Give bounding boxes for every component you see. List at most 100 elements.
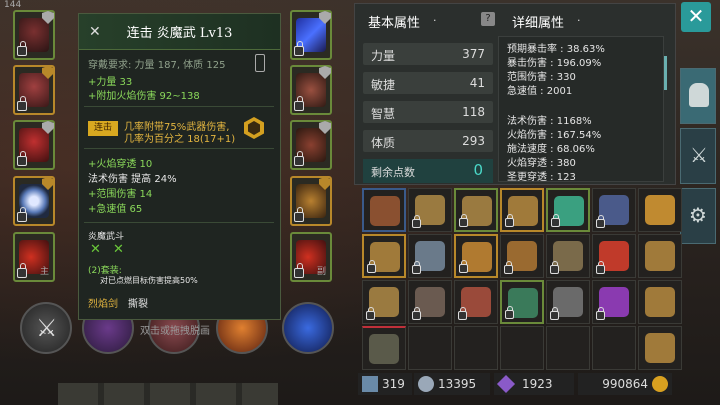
equip-slot-main-weapon[interactable]: 主	[13, 232, 55, 282]
inventory-slot[interactable]	[362, 234, 406, 278]
inventory-slot[interactable]	[638, 234, 682, 278]
detail-cast-speed: 施法速度 : 68.06%	[507, 144, 595, 155]
lock-icon	[459, 214, 468, 227]
inventory-slot[interactable]	[408, 234, 452, 278]
stat-value: 293	[462, 134, 485, 148]
lock-icon	[294, 263, 304, 278]
lock-icon	[550, 307, 559, 320]
inventory-slot[interactable]	[408, 188, 452, 232]
requirement-text: 穿戴要求: 力量 187, 体质 125	[88, 60, 226, 71]
tab-equipment[interactable]	[680, 68, 716, 124]
stat-row-agility: 敏捷 41	[363, 72, 493, 94]
lock-icon	[294, 207, 304, 222]
shards-icon	[362, 376, 378, 392]
divider	[84, 222, 274, 223]
inventory-slot-empty[interactable]	[592, 326, 636, 370]
inventory-slot[interactable]	[500, 234, 544, 278]
gold-value: 990864	[602, 377, 648, 391]
hotbar-strip	[58, 383, 278, 405]
inventory-slot[interactable]	[638, 326, 682, 370]
inventory-slot[interactable]	[454, 188, 498, 232]
inventory-slot[interactable]	[408, 280, 452, 324]
set-item-1: 烈焰剑	[88, 299, 118, 310]
equip-slot-shoulder[interactable]	[13, 65, 55, 115]
equip-slot-off-weapon[interactable]: 副	[290, 232, 332, 282]
inventory-slot-empty[interactable]	[500, 326, 544, 370]
inventory-slot[interactable]	[362, 326, 406, 370]
currency-shards: 319	[358, 373, 412, 395]
stat-label: 体质	[371, 136, 396, 150]
crossed-swords-icon: ✕	[113, 242, 124, 257]
tab-weapons[interactable]: ⚔	[680, 128, 716, 184]
currency-gems: 1923	[494, 373, 574, 395]
inventory-slot[interactable]	[454, 234, 498, 278]
lock-toggle-icon[interactable]	[255, 54, 265, 72]
equip-slot-ring[interactable]	[13, 176, 55, 226]
souls-value: 13395	[438, 377, 477, 391]
item-title: 连击 炎魔武 Lv13	[126, 26, 233, 41]
lock-icon	[412, 261, 421, 274]
stat-row-strength: 力量 377	[363, 43, 493, 65]
stat-row-wisdom: 智慧 118	[363, 101, 493, 123]
set-name: 炎魔武斗	[88, 232, 125, 242]
bag-icon	[645, 333, 675, 363]
inventory-slot-empty[interactable]	[546, 326, 590, 370]
tooltip-header: ✕ 连击 炎魔武 Lv13	[79, 14, 280, 50]
lock-icon	[17, 263, 27, 278]
inventory-slot[interactable]	[454, 280, 498, 324]
lock-icon	[551, 214, 560, 227]
inventory-slot[interactable]	[592, 234, 636, 278]
inventory-slot[interactable]	[500, 280, 544, 324]
lock-icon	[17, 96, 27, 111]
equip-slot-gloves[interactable]	[290, 65, 332, 115]
inventory-slot[interactable]	[546, 280, 590, 324]
close-x-icon[interactable]: ✕	[89, 24, 101, 40]
bag-icon	[645, 287, 675, 317]
detail-scrollbar[interactable]	[664, 56, 667, 90]
lock-icon	[294, 41, 304, 56]
lock-icon	[505, 306, 514, 319]
inventory-slot[interactable]	[500, 188, 544, 232]
inventory-slot[interactable]	[592, 280, 636, 324]
attack-skill-button[interactable]: ⚔	[20, 302, 72, 354]
lock-icon	[550, 261, 559, 274]
detail-stats-list[interactable]: 预期暴击率 : 38.63% 暴击伤害 : 196.09% 范围伤害 : 330…	[498, 36, 664, 182]
help-icon[interactable]: ?	[481, 12, 495, 26]
equip-slot-amulet[interactable]	[290, 10, 332, 60]
lock-icon	[366, 307, 375, 320]
lock-icon	[294, 151, 304, 166]
equip-slot-helmet[interactable]	[13, 10, 55, 60]
soul-icon	[418, 376, 434, 392]
inventory-slot[interactable]	[362, 188, 406, 232]
lock-icon	[505, 214, 514, 227]
basic-stats-title: 基本属性	[368, 16, 421, 31]
equip-slot-chest[interactable]	[13, 120, 55, 170]
lock-icon	[596, 261, 605, 274]
remaining-points-value: 0	[473, 161, 483, 179]
inventory-slot[interactable]	[638, 280, 682, 324]
inventory-slot-empty[interactable]	[454, 326, 498, 370]
divider	[84, 106, 274, 107]
equip-slot-boots[interactable]	[290, 176, 332, 226]
lock-icon	[17, 41, 27, 56]
close-button[interactable]: ✕	[681, 2, 711, 32]
inventory-slot[interactable]	[638, 188, 682, 232]
tab-settings[interactable]: ⚙	[680, 188, 716, 244]
inventory-slot[interactable]	[362, 280, 406, 324]
detail-crit-rate: 预期暴击率 : 38.63%	[507, 44, 605, 55]
inventory-slot[interactable]	[546, 188, 590, 232]
detail-area-damage: 范围伤害 : 330	[507, 72, 576, 83]
skill-slot-4[interactable]	[282, 302, 334, 354]
stat-strength: +力量 33	[88, 77, 133, 88]
stat-haste: +急速值 65	[88, 204, 143, 215]
gems-value: 1923	[522, 377, 553, 391]
lock-icon	[459, 260, 468, 273]
inventory-slot[interactable]	[592, 188, 636, 232]
equip-slot-belt[interactable]	[290, 120, 332, 170]
detail-fire-penetration: 火焰穿透 : 380	[507, 158, 576, 169]
detail-stats-title: 详细属性	[512, 16, 565, 31]
inventory-slot-empty[interactable]	[408, 326, 452, 370]
crossed-swords-tab-icon: ⚔	[690, 143, 708, 167]
stat-value: 118	[462, 105, 485, 119]
inventory-slot[interactable]	[546, 234, 590, 278]
